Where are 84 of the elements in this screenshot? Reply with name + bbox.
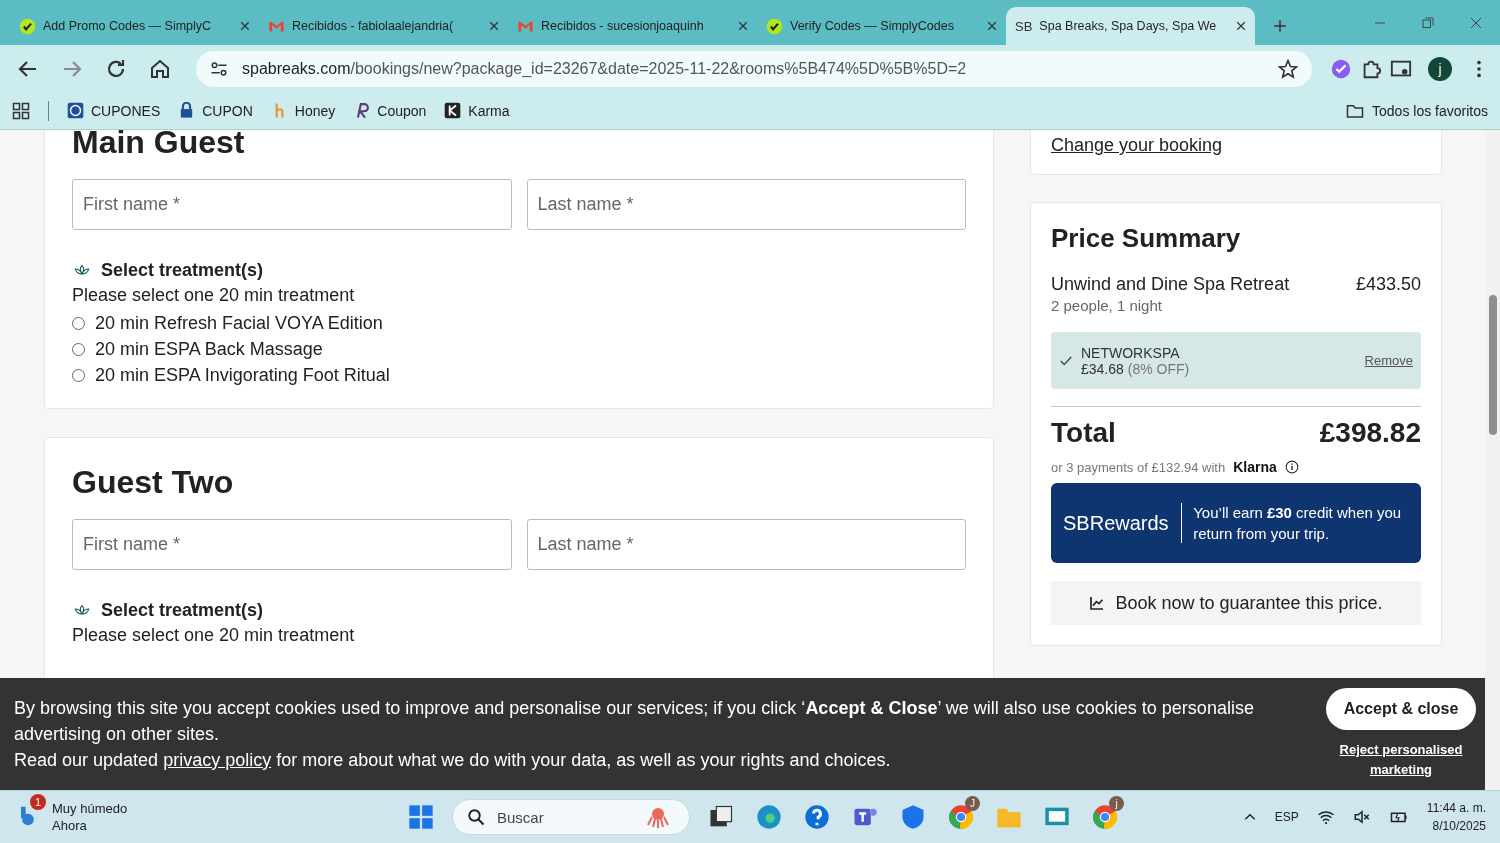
address-bar[interactable]: spabreaks.com/bookings/new?package_id=23267&date=2025-11-22&rooms%5B474%5D%5B%5D=2 <box>196 50 1312 87</box>
clock-date[interactable]: 8/10/2025 <box>1426 817 1486 835</box>
browser-tab[interactable]: Add Promo Codes — SimplyC <box>10 7 259 45</box>
check-circle-icon <box>766 17 783 35</box>
apps-grid-icon[interactable] <box>12 101 30 120</box>
total-label: Total <box>1051 417 1116 449</box>
close-icon[interactable] <box>987 21 997 31</box>
treatment-option[interactable]: 20 min Refresh Facial VOYA Edition <box>72 310 966 337</box>
speaker-muted-icon[interactable] <box>1352 808 1371 826</box>
price-guarantee: Book now to guarantee this price. <box>1051 581 1421 625</box>
weather-time: Ahora <box>52 817 88 834</box>
close-icon[interactable] <box>240 21 250 31</box>
browser-tab[interactable]: Recibidos - sucesionjoaquinh <box>508 7 757 45</box>
radio-button[interactable] <box>72 316 85 330</box>
promo-discount: £34.68 (8% OFF) <box>1081 360 1191 377</box>
chrome-icon[interactable] <box>1091 803 1119 831</box>
browser-tab[interactable]: Verify Codes — SimplyCodes <box>757 7 1006 45</box>
instruction-text: Please select one 20 min treatment <box>72 625 356 647</box>
package-price: £433.50 <box>1355 274 1421 295</box>
language-indicator[interactable]: ESP <box>1274 810 1299 824</box>
radio-button[interactable] <box>72 368 85 382</box>
first-name-field[interactable]: First name * <box>72 519 512 571</box>
section-label: Select treatment(s) <box>101 260 264 282</box>
section-label: Select treatment(s) <box>101 600 264 622</box>
treatment-option[interactable]: 20 min ESPA Invigorating Foot Ritual <box>72 362 966 389</box>
chart-icon <box>1089 595 1106 611</box>
bookmark[interactable]: CUPON <box>178 102 253 119</box>
all-bookmarks[interactable]: Todos los favoritos <box>1346 101 1488 120</box>
globe-icon <box>67 102 84 119</box>
remove-link[interactable]: Remove <box>1364 353 1413 368</box>
check-circle-icon <box>19 17 36 35</box>
info-icon[interactable] <box>1284 460 1299 474</box>
summary-title: Price Summary <box>1051 223 1242 254</box>
profile-avatar[interactable]: j <box>1428 56 1452 81</box>
bookmark[interactable]: Coupon <box>353 102 427 119</box>
search-field[interactable]: Buscar <box>452 799 690 835</box>
notification-badge: 1 <box>30 794 46 810</box>
rewards-logo: SBRewards <box>1063 511 1169 535</box>
package-name: Unwind and Dine Spa Retreat <box>1051 274 1290 295</box>
clock-time[interactable]: 11:44 a. m. <box>1426 799 1486 817</box>
close-icon[interactable] <box>489 21 499 31</box>
edge-icon[interactable] <box>755 803 783 831</box>
promo-code: NETWORKSPA <box>1081 344 1181 361</box>
klarna-logo: Klarna <box>1233 459 1277 475</box>
browser-tab[interactable]: SB Spa Breaks, Spa Days, Spa We <box>1006 7 1255 45</box>
wifi-icon[interactable] <box>1316 808 1335 826</box>
k-logo-icon <box>444 102 462 119</box>
change-booking-link[interactable]: Change your booking <box>1051 135 1223 156</box>
accept-button[interactable]: Accept & close <box>1325 688 1477 730</box>
star-icon[interactable] <box>1278 58 1298 79</box>
section-heading: Main Guest <box>72 130 246 162</box>
bookmark[interactable]: Karma <box>444 102 510 119</box>
first-name-field[interactable]: First name * <box>72 179 512 231</box>
package-detail: 2 people, 1 night <box>1051 297 1163 314</box>
total-price: £398.82 <box>1319 417 1421 449</box>
windows-logo-icon[interactable] <box>407 803 435 831</box>
instalment-text: or 3 payments of £132.94 with <box>1051 459 1226 475</box>
section-heading: Guest Two <box>72 464 235 502</box>
last-name-field[interactable]: Last name * <box>526 179 966 231</box>
rewards-text: You’ll earn £30 credit when you return from your trip. <box>1193 503 1403 544</box>
close-icon[interactable] <box>1470 17 1482 29</box>
cookie-notice: By browsing this site you accept cookies used to improve and personalise our services; if you click ‘Accept & Close’ we will also use cookies to personalise advertising on other sites. Read our updated privacy policy for more about what we do with your data, as well as your rights and choices. <box>14 697 1255 772</box>
close-icon[interactable] <box>1236 21 1246 31</box>
help-icon[interactable] <box>803 803 831 831</box>
site-settings-icon[interactable] <box>210 59 228 78</box>
browser-tab[interactable]: Recibidos - fabiolaalejandria( <box>259 7 508 45</box>
radio-button[interactable] <box>72 342 85 356</box>
restore-icon[interactable] <box>1422 17 1434 29</box>
app-badge: J <box>965 796 980 811</box>
search-icon <box>467 808 485 826</box>
bookmark[interactable]: CUPONES <box>67 102 161 119</box>
instruction-text: Please select one 20 min treatment <box>72 285 356 307</box>
extension-badge-icon[interactable] <box>1330 57 1352 80</box>
bookmark[interactable]: Honey <box>270 102 336 119</box>
plus-icon[interactable] <box>1273 19 1287 33</box>
last-name-field[interactable]: Last name * <box>526 519 966 571</box>
app-badge: j <box>1109 796 1124 811</box>
close-icon[interactable] <box>738 21 748 31</box>
privacy-policy-link[interactable]: privacy policy <box>163 750 272 770</box>
weather-text: Muy húmedo <box>52 800 128 817</box>
treatment-option[interactable]: 20 min ESPA Back Massage <box>72 336 966 363</box>
site-favicon: SB <box>1015 18 1033 34</box>
scrollbar[interactable] <box>1485 130 1500 790</box>
reject-link[interactable]: Reject personalised marketing <box>1331 740 1471 780</box>
